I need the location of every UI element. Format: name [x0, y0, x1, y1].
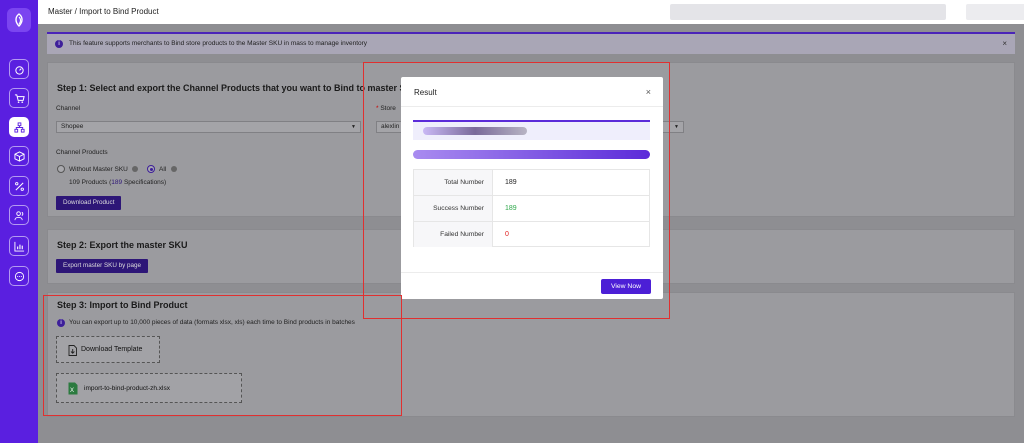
channel-label: Channel — [56, 105, 81, 112]
help-icon[interactable] — [171, 166, 177, 172]
nav-master-sku[interactable] — [9, 117, 29, 137]
nav-promotions[interactable] — [9, 176, 29, 196]
products-summary: 109 Products (189 Specifications) — [69, 179, 167, 186]
breadcrumb: Master / Import to Bind Product — [48, 7, 159, 16]
download-product-button[interactable]: Download Product — [56, 196, 122, 210]
annotation-box — [43, 295, 402, 416]
radio-all-label: All — [159, 166, 167, 173]
close-icon[interactable]: × — [1002, 39, 1007, 48]
nav-messages[interactable] — [9, 266, 29, 286]
export-master-sku-button[interactable]: Export master SKU by page — [56, 259, 149, 273]
top-bar: Master / Import to Bind Product — [38, 0, 1024, 24]
nav-products[interactable] — [9, 146, 29, 166]
channel-select[interactable]: Shopee ▼ — [56, 121, 361, 133]
nav-dashboard[interactable] — [9, 59, 29, 79]
annotation-box — [363, 62, 670, 319]
help-icon[interactable] — [132, 166, 138, 172]
cart-icon — [14, 93, 25, 103]
nav-reports[interactable] — [9, 236, 29, 256]
chevron-down-icon: ▼ — [351, 124, 356, 130]
app-logo[interactable] — [7, 8, 31, 32]
blurred-region — [670, 4, 946, 20]
box-icon — [13, 150, 25, 162]
gauge-icon — [14, 65, 24, 75]
info-icon: i — [55, 40, 63, 48]
radio-all[interactable] — [147, 165, 155, 173]
notice-banner: i This feature supports merchants to Bin… — [47, 32, 1015, 54]
notice-text: This feature supports merchants to Bind … — [69, 40, 368, 47]
nav-customers[interactable] — [9, 205, 29, 225]
step2-title: Step 2: Export the master SKU — [57, 240, 188, 250]
radio-without-label: Without Master SKU — [69, 166, 128, 173]
logo-icon — [15, 13, 23, 27]
sidebar — [0, 0, 38, 443]
bar-chart-icon — [13, 241, 24, 252]
percent-icon — [14, 181, 24, 191]
blurred-region — [966, 4, 1024, 20]
channel-products-label: Channel Products — [56, 149, 108, 156]
chevron-down-icon: ▼ — [674, 124, 679, 130]
hierarchy-icon — [13, 121, 25, 133]
users-icon — [13, 210, 23, 220]
channel-value: Shopee — [61, 123, 84, 130]
radio-without-master-sku[interactable] — [57, 165, 65, 173]
nav-orders[interactable] — [9, 88, 29, 108]
chat-icon — [14, 271, 24, 281]
